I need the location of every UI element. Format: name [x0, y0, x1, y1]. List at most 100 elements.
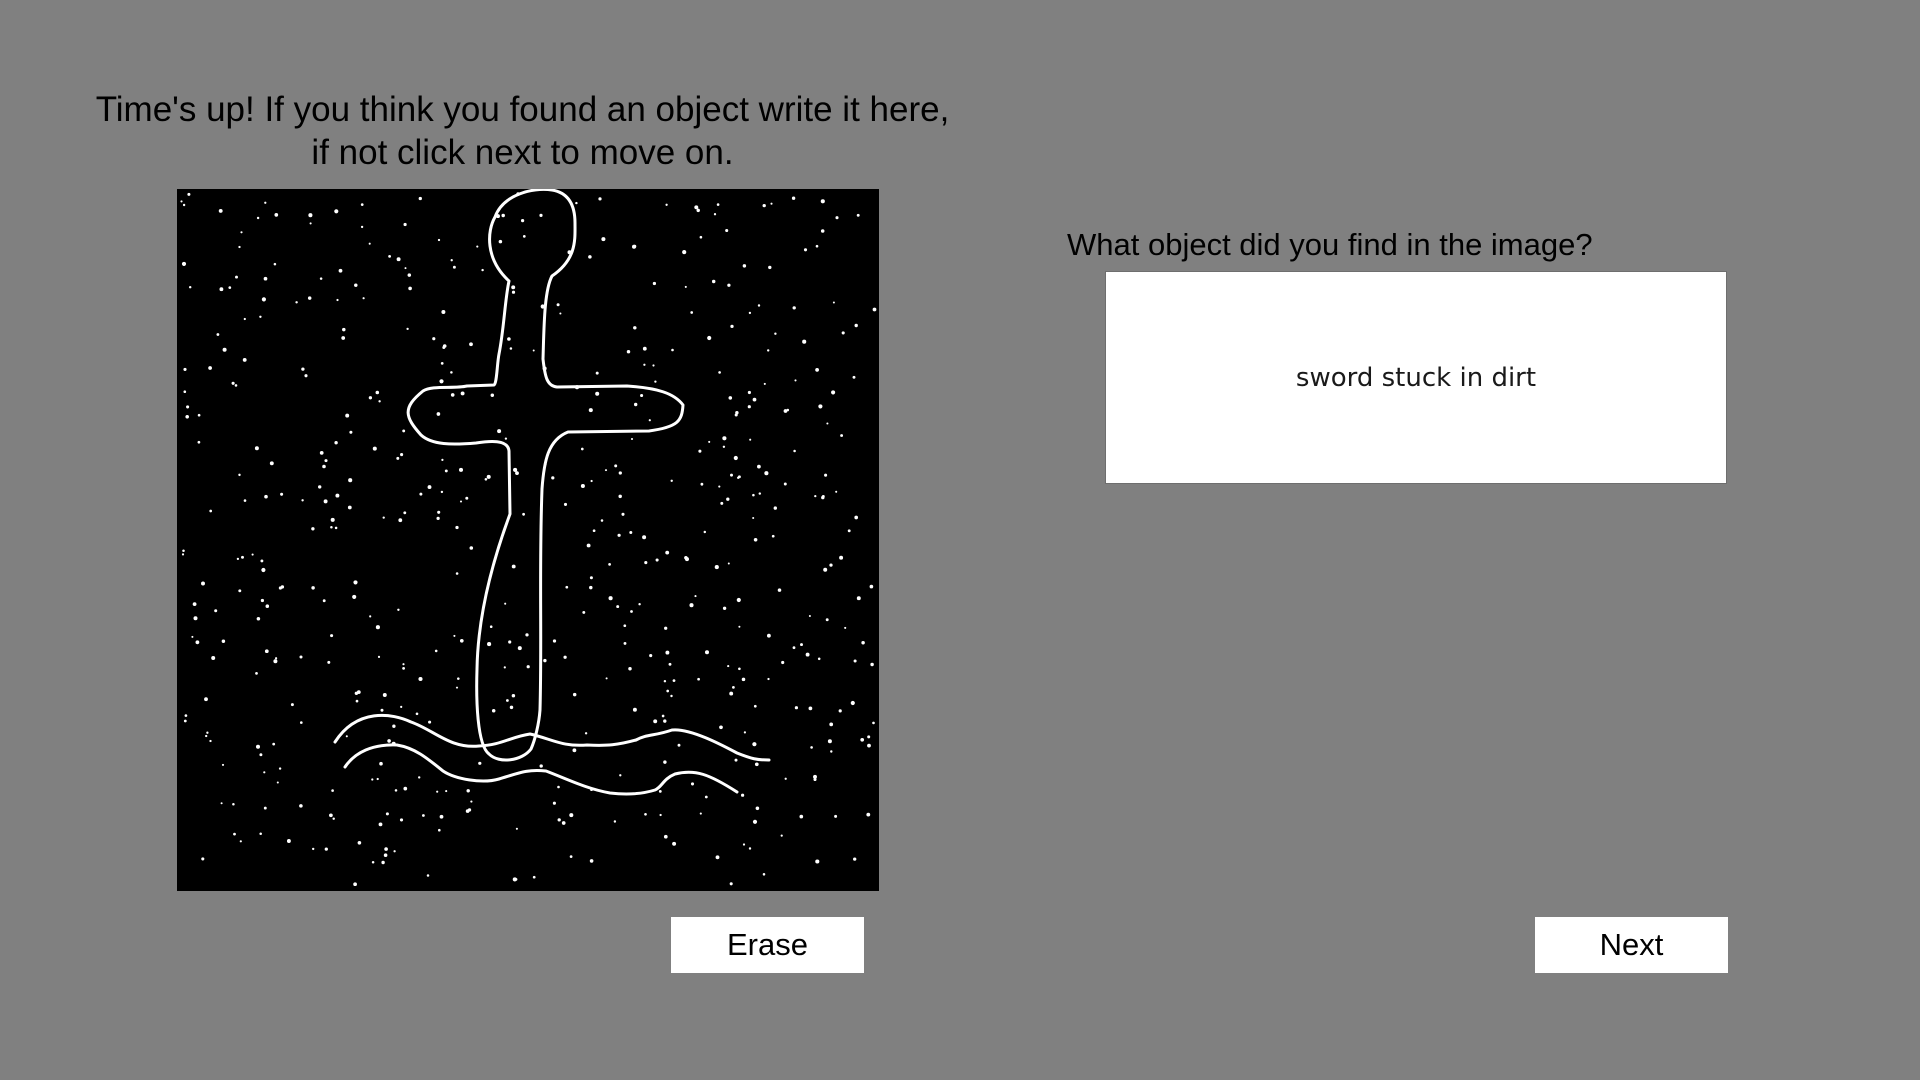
star-dot — [387, 739, 391, 743]
star-dot — [677, 743, 681, 747]
star-dot — [815, 859, 820, 864]
star-dot — [810, 746, 813, 749]
star-dot — [747, 390, 751, 395]
star-dot — [209, 739, 212, 743]
star-dot — [666, 689, 670, 693]
star-dot — [711, 279, 716, 284]
star-dot — [638, 603, 641, 606]
star-dot — [197, 440, 201, 444]
star-dot — [329, 813, 333, 818]
star-dot — [183, 719, 187, 723]
star-dot — [354, 283, 358, 287]
star-dot — [186, 405, 190, 409]
star-dot — [514, 878, 518, 881]
star-dot — [727, 665, 730, 668]
star-dot — [870, 662, 874, 667]
star-dot — [834, 814, 838, 818]
star-dot — [187, 192, 191, 196]
star-dot — [820, 229, 825, 233]
star-dot — [854, 323, 858, 328]
star-dot — [408, 286, 412, 291]
star-dot — [658, 790, 662, 793]
star-dot — [753, 538, 758, 542]
star-dot — [777, 588, 782, 592]
star-dot — [486, 474, 491, 479]
star-dot — [668, 662, 672, 666]
star-dot — [299, 721, 303, 724]
next-button[interactable]: Next — [1535, 917, 1728, 973]
star-dot — [238, 589, 242, 593]
star-dot — [418, 776, 421, 779]
star-dot — [216, 333, 220, 336]
star-dot — [847, 529, 851, 533]
star-dot — [261, 567, 266, 573]
star-dot — [730, 324, 734, 329]
star-dot — [274, 213, 279, 217]
star-dot — [584, 732, 588, 735]
star-dot — [209, 509, 213, 513]
star-dot — [205, 734, 208, 738]
star-dot — [754, 762, 759, 767]
star-dot — [719, 725, 723, 730]
star-dot — [272, 742, 276, 746]
star-dot — [589, 585, 593, 590]
star-dot — [330, 517, 335, 522]
star-dot — [436, 412, 441, 416]
star-dot — [180, 200, 183, 203]
star-dot — [817, 657, 821, 661]
star-dot — [752, 742, 757, 747]
star-dot — [511, 285, 516, 290]
star-dot — [240, 231, 243, 234]
star-dot — [334, 209, 339, 214]
star-dot — [324, 847, 328, 851]
star-dot — [276, 781, 279, 784]
answer-input[interactable] — [1106, 272, 1726, 483]
star-dot — [371, 860, 375, 864]
star-dot — [663, 760, 667, 764]
star-dot — [866, 812, 871, 817]
star-dot — [243, 317, 246, 321]
star-dot — [396, 456, 400, 460]
star-dot — [299, 655, 303, 659]
star-dot — [742, 843, 746, 846]
star-dot — [238, 245, 241, 249]
star-dot — [526, 665, 530, 669]
star-dot — [698, 449, 702, 453]
star-dot — [508, 640, 512, 644]
drawing-canvas[interactable] — [177, 189, 879, 891]
star-dot — [824, 473, 828, 477]
star-dot — [699, 812, 702, 815]
star-dot — [764, 471, 769, 476]
erase-button[interactable]: Erase — [671, 917, 864, 973]
star-dot — [444, 469, 448, 473]
star-dot — [378, 400, 381, 403]
star-dot — [586, 543, 591, 548]
star-dot — [323, 499, 328, 504]
star-dot — [626, 349, 631, 354]
star-dot — [774, 332, 777, 335]
star-dot — [453, 634, 456, 637]
star-dot — [595, 371, 599, 375]
star-dot — [263, 276, 268, 281]
star-dot — [491, 709, 496, 713]
star-dot — [802, 339, 807, 344]
star-dot — [815, 368, 819, 372]
star-dot — [418, 196, 422, 201]
star-dot — [278, 586, 282, 590]
star-dot — [722, 606, 727, 610]
star-dot — [465, 809, 470, 813]
star-dot — [260, 559, 264, 563]
star-dot — [375, 390, 380, 395]
star-dot — [829, 563, 833, 567]
star-dot — [762, 873, 766, 876]
star-dot — [690, 311, 694, 314]
star-dot — [336, 298, 339, 302]
star-dot — [422, 814, 425, 817]
star-dot — [341, 336, 346, 340]
star-dot — [672, 679, 676, 682]
star-dot — [648, 419, 651, 422]
star-dot — [752, 397, 757, 402]
star-dot — [280, 492, 284, 496]
star-dot — [469, 342, 473, 347]
star-dot — [511, 564, 516, 569]
